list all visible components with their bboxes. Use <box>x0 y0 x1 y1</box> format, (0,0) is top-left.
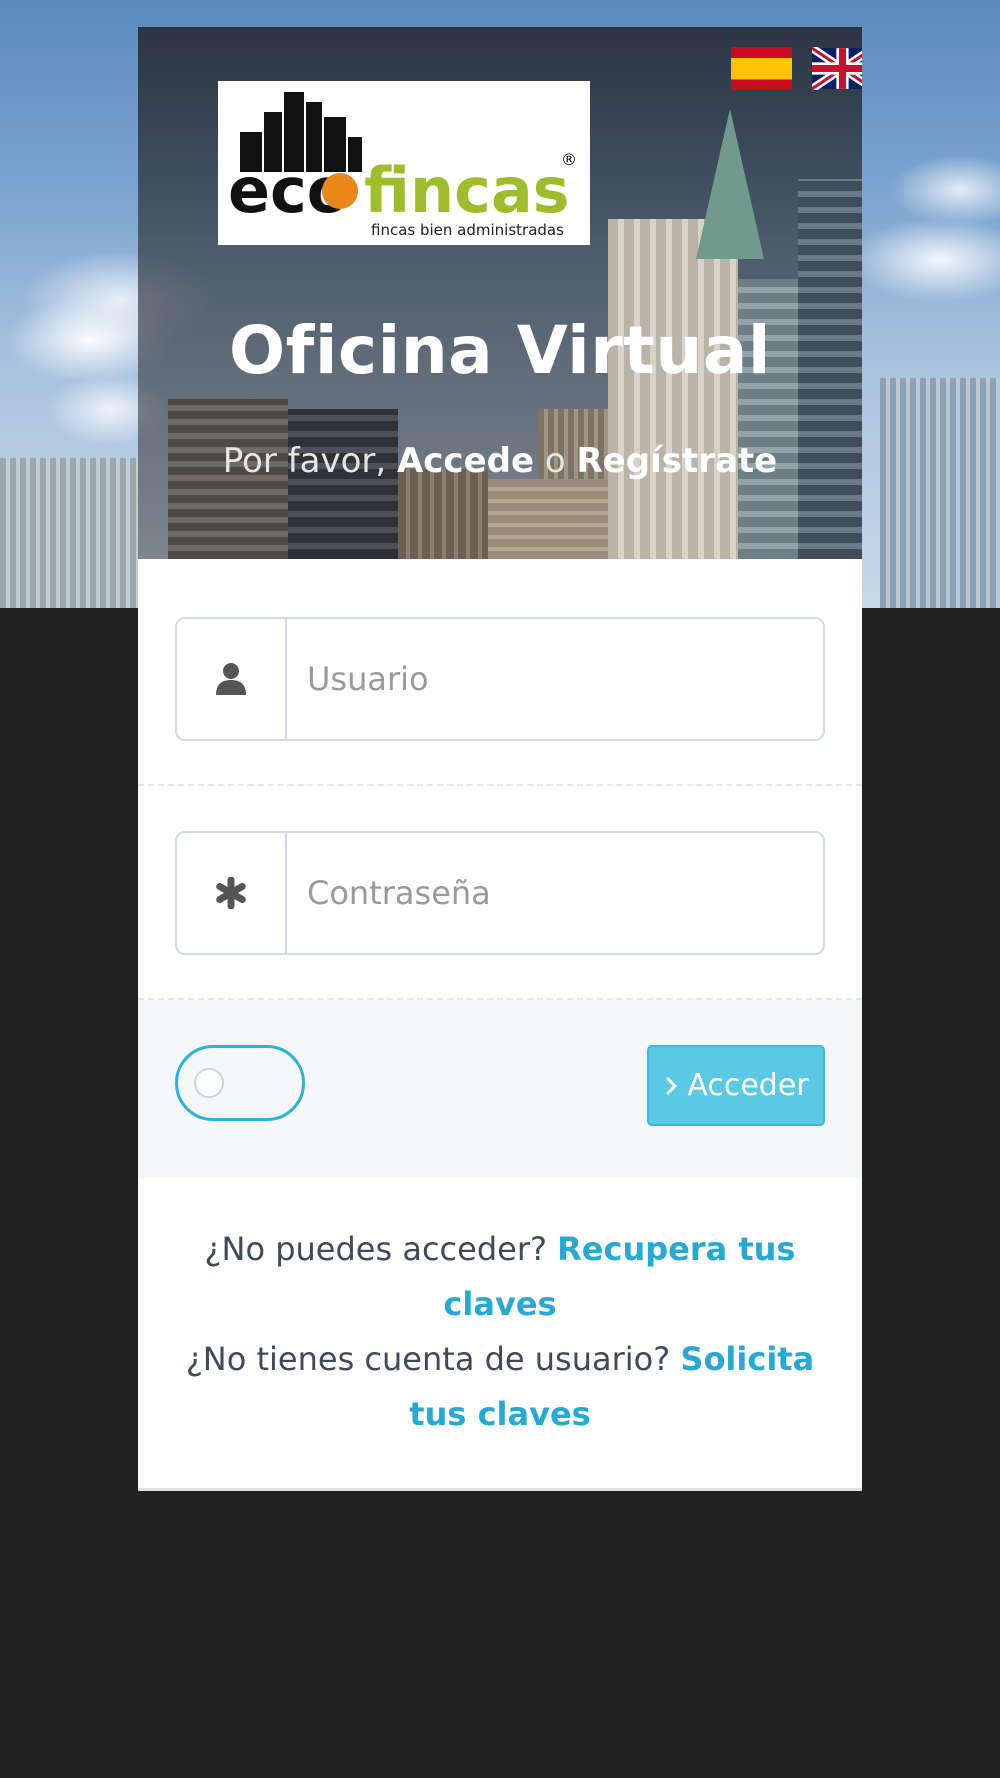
asterisk-icon <box>177 833 287 953</box>
logo-graphic: eco fincas ® fincas bien administradas <box>228 92 577 239</box>
header-building <box>488 479 608 559</box>
username-input-group <box>175 617 825 741</box>
form-actions: Acceder <box>138 1000 862 1178</box>
register-link[interactable]: Regístrate <box>576 441 777 481</box>
subtitle-connector: o <box>534 441 577 481</box>
ecofincas-logo: eco fincas ® fincas bien administradas <box>218 81 590 245</box>
spain-flag-icon[interactable] <box>731 47 792 90</box>
login-form: Acceder ¿No puedes acceder? Recupera tus… <box>138 559 862 1491</box>
username-row <box>138 559 862 786</box>
page-subtitle: Por favor, Accede o Regístrate <box>138 441 862 481</box>
page-title: Oficina Virtual <box>229 312 771 389</box>
login-button[interactable]: Acceder <box>647 1045 825 1126</box>
user-icon <box>177 619 287 739</box>
uk-flag-icon[interactable] <box>812 47 862 90</box>
logo-text-fincas: fincas <box>364 154 570 227</box>
logo-registered-mark: ® <box>561 150 577 169</box>
remember-me-toggle[interactable] <box>175 1045 305 1121</box>
help-links: ¿No puedes acceder? Recupera tus claves … <box>138 1178 862 1491</box>
request-line: ¿No tienes cuenta de usuario? Solicita t… <box>178 1332 822 1442</box>
header-building <box>288 409 398 559</box>
toggle-knob <box>194 1068 224 1098</box>
login-card: eco fincas ® fincas bien administradas O… <box>138 27 862 1491</box>
username-input[interactable] <box>287 619 823 739</box>
logo-orange-dot <box>322 173 358 209</box>
login-link[interactable]: Accede <box>397 441 534 481</box>
logo-tagline: fincas bien administradas <box>371 221 564 239</box>
login-button-label: Acceder <box>687 1068 809 1103</box>
login-header: eco fincas ® fincas bien administradas O… <box>138 27 862 559</box>
recover-text: ¿No puedes acceder? <box>204 1230 558 1268</box>
password-input-group <box>175 831 825 955</box>
language-selector <box>731 47 862 90</box>
header-building <box>608 219 738 559</box>
chevron-right-icon <box>666 1076 678 1095</box>
header-building <box>398 469 488 559</box>
subtitle-prefix: Por favor, <box>222 441 397 481</box>
password-input[interactable] <box>287 833 823 953</box>
password-row <box>138 786 862 1000</box>
recover-line: ¿No puedes acceder? Recupera tus claves <box>178 1222 822 1332</box>
header-building-spire <box>696 109 764 259</box>
background-building <box>0 458 140 608</box>
request-text: ¿No tienes cuenta de usuario? <box>185 1340 681 1378</box>
background-building <box>880 378 1000 608</box>
